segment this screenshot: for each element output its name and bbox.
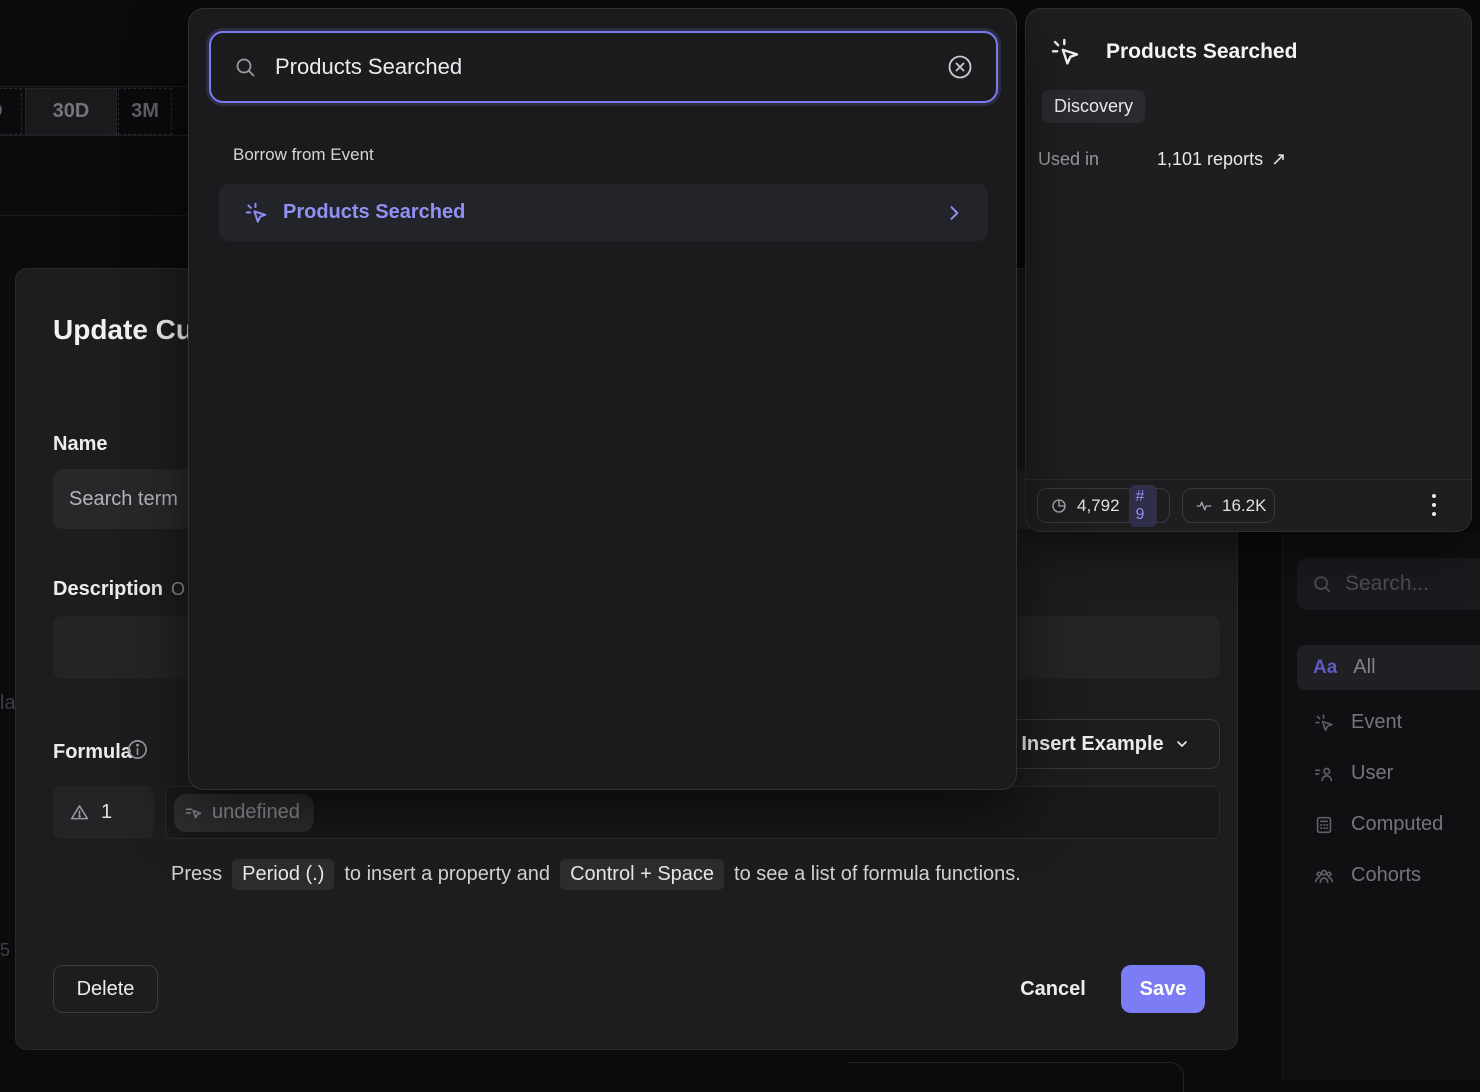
property-type-sidebar: Search... Aa All Event User Computed Coh…: [1282, 532, 1480, 1080]
computed-icon: [1313, 814, 1335, 836]
background-divider: [0, 215, 188, 216]
kbd-period: Period (.): [232, 859, 334, 890]
insert-example-button[interactable]: Insert Example: [991, 719, 1220, 769]
text-format-icon: Aa: [1313, 657, 1337, 679]
card-divider: [1026, 479, 1471, 480]
dropdown-search-input[interactable]: [275, 54, 928, 80]
sidebar-item-cohorts[interactable]: Cohorts: [1297, 853, 1480, 898]
sidebar-item-user[interactable]: User: [1297, 751, 1480, 796]
info-icon[interactable]: [126, 738, 149, 761]
background-divider: [0, 86, 188, 87]
formula-hint: Press Period (.) to insert a property an…: [171, 857, 1021, 891]
name-label: Name: [53, 433, 107, 456]
event-icon: [1313, 712, 1335, 734]
name-input-value: Search term: [69, 488, 178, 511]
formula-label: Formula: [53, 741, 132, 764]
time-range-button-30d[interactable]: 30D: [25, 88, 117, 135]
cohorts-icon: [1313, 865, 1335, 887]
event-detail-card: Products Searched Discovery Used in 1,10…: [1025, 8, 1472, 532]
pie-chart-icon: [1050, 497, 1068, 515]
sidebar-item-all[interactable]: Aa All: [1297, 645, 1480, 690]
rank-badge: # 9: [1129, 485, 1157, 527]
save-button[interactable]: Save: [1121, 965, 1205, 1013]
property-search-dropdown: Borrow from Event Products Searched: [188, 8, 1017, 790]
event-property-icon: [184, 803, 204, 823]
sidebar-item-event[interactable]: Event: [1297, 700, 1480, 745]
more-options-icon[interactable]: [1422, 490, 1446, 520]
event-result-label: Products Searched: [283, 201, 930, 224]
cancel-button[interactable]: Cancel: [1003, 965, 1103, 1013]
sidebar-item-computed[interactable]: Computed: [1297, 802, 1480, 847]
used-in-label: Used in: [1038, 149, 1157, 170]
discovery-badge: Discovery: [1042, 90, 1145, 123]
volume-pill[interactable]: 16.2K: [1182, 488, 1275, 523]
user-icon: [1313, 763, 1335, 785]
delete-button[interactable]: Delete: [53, 965, 158, 1013]
background-chart-label-fragment: la: [0, 692, 16, 715]
borrow-from-event-label: Borrow from Event: [233, 145, 374, 165]
activity-icon: [1195, 497, 1213, 515]
background-panel-corner: [848, 1062, 1184, 1092]
external-link-arrow-icon: ↗: [1271, 149, 1286, 170]
events-count-pill[interactable]: 4,792 # 9: [1037, 488, 1170, 523]
event-icon: [243, 200, 269, 226]
warning-icon: [69, 802, 90, 823]
formula-input[interactable]: undefined: [165, 786, 1220, 839]
sidebar-search-input[interactable]: Search...: [1297, 558, 1480, 610]
chevron-down-icon: [1174, 736, 1190, 752]
background-axis-fragment: 5: [0, 940, 10, 961]
kbd-control-space: Control + Space: [560, 859, 724, 890]
clear-search-icon[interactable]: [946, 53, 974, 81]
search-icon: [233, 55, 257, 79]
search-icon: [1311, 573, 1333, 595]
optional-fragment: O: [171, 579, 185, 599]
event-result-products-searched[interactable]: Products Searched: [219, 184, 988, 241]
time-range-button-3m[interactable]: 3M: [118, 88, 172, 135]
card-header: Products Searched: [1048, 35, 1297, 69]
dropdown-search-field[interactable]: [209, 31, 998, 103]
background-divider: [0, 135, 188, 136]
description-label: DescriptionO: [53, 578, 185, 601]
undefined-property-chip[interactable]: undefined: [174, 794, 314, 832]
used-in-link[interactable]: 1,101 reports ↗: [1157, 149, 1286, 170]
card-title: Products Searched: [1106, 40, 1297, 64]
formula-error-count: 1: [53, 786, 154, 839]
time-range-button-clipped[interactable]: D: [0, 88, 22, 135]
sidebar-search-placeholder: Search...: [1345, 572, 1429, 596]
used-in-row: Used in 1,101 reports ↗: [1038, 149, 1286, 170]
modal-title: Update Cu: [53, 314, 193, 346]
event-icon: [1048, 35, 1082, 69]
chevron-right-icon: [944, 203, 964, 223]
